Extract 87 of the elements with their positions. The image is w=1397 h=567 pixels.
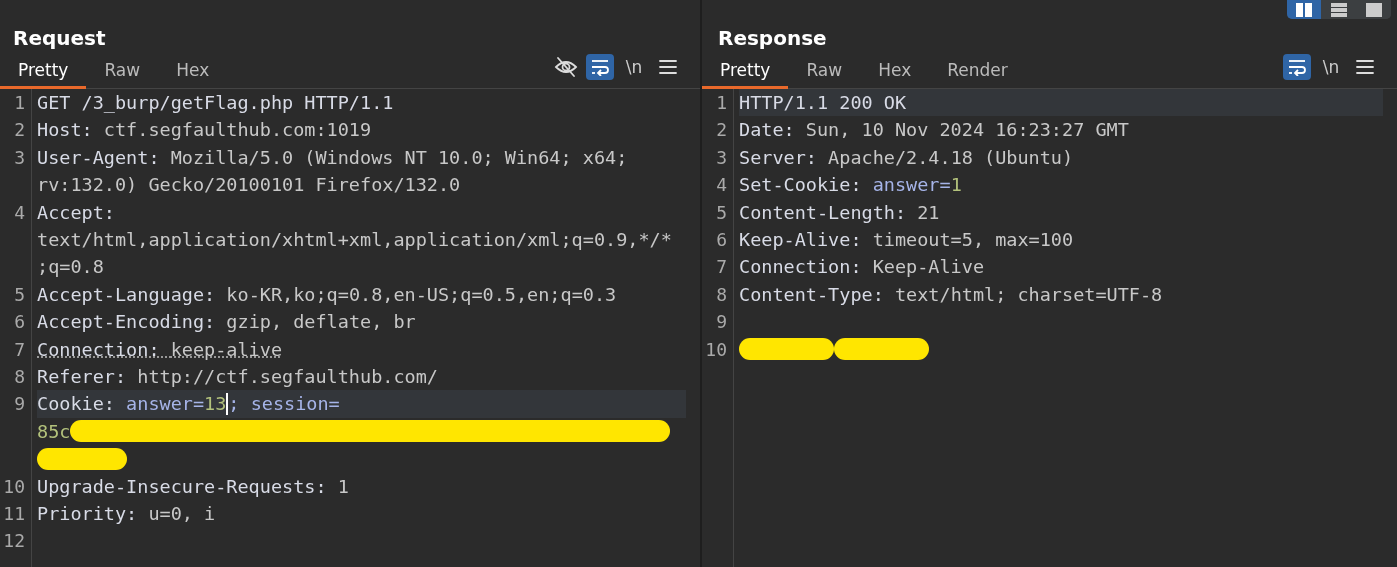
header-name: Host:	[37, 118, 94, 143]
header-value: http://ctf.segfaulthub.com/	[137, 365, 438, 389]
line-number: 1	[715, 91, 728, 115]
wrap-toggle[interactable]	[586, 54, 614, 80]
wrap-icon	[1287, 58, 1307, 76]
view-tab[interactable]: Render	[929, 60, 1026, 89]
line-number: 2	[13, 118, 26, 143]
line-number: 5	[13, 282, 26, 307]
header-name: Server:	[739, 145, 818, 170]
line-number: 12	[2, 529, 26, 554]
header-value: Keep-Alive	[872, 255, 985, 280]
line-number: 9	[13, 392, 26, 417]
parameter-value: 13	[204, 392, 227, 417]
header-name: GET /3_burp/getFlag.php HTTP/1.1	[37, 91, 394, 115]
header-value: Mozilla/5.0 (Windows NT 10.0; Win64; x64;	[170, 145, 628, 170]
line-number: 11	[2, 501, 26, 526]
header-name: Upgrade-Insecure-Requests:	[37, 474, 328, 499]
view-tab[interactable]: Pretty	[0, 60, 87, 89]
panel-title: Request	[12, 25, 106, 52]
header-value: keep-alive	[170, 337, 283, 362]
line-number: 2	[715, 118, 728, 143]
view-tab[interactable]: Raw	[788, 60, 861, 89]
columns-icon	[1296, 2, 1312, 17]
header-value: timeout=5, max=100	[872, 228, 1074, 253]
header-name: Content-Length:	[739, 200, 908, 225]
line-number: 5	[715, 200, 728, 225]
parameter-value: 85c	[37, 419, 71, 444]
line-number: 7	[715, 255, 728, 280]
eye-slash-icon	[554, 56, 578, 78]
panel-title: Response	[717, 25, 827, 52]
line-number: 8	[715, 282, 728, 307]
header-name: User-Agent:	[37, 145, 161, 170]
header-name: HTTP/1.1 200 OK	[739, 91, 907, 115]
header-value: ctf.segfaulthub.com:1019	[103, 118, 372, 143]
menu-icon	[1356, 59, 1374, 75]
header-name: Accept:	[37, 200, 116, 225]
line-number: 8	[13, 365, 26, 389]
newline-toggle[interactable]: \n	[620, 54, 648, 80]
wrap-toggle[interactable]	[1283, 54, 1311, 80]
header-name: Cookie:	[37, 392, 116, 417]
header-value: Apache/2.4.18 (Ubuntu)	[828, 145, 1074, 170]
line-number: 3	[715, 145, 728, 170]
header-value: 21	[917, 200, 940, 225]
header-name: Date:	[739, 118, 796, 143]
text-cursor	[226, 393, 229, 416]
parameter-name: answer=	[872, 173, 951, 198]
rows-icon	[1331, 2, 1347, 17]
header-value: gzip, deflate, br	[226, 310, 416, 335]
header-name: Accept-Encoding:	[37, 310, 217, 335]
header-name: Connection:	[37, 337, 161, 362]
header-name: Connection:	[739, 255, 863, 280]
header-value: ko-KR,ko;q=0.8,en-US;q=0.5,en;q=0.3	[226, 282, 617, 307]
square-icon	[1366, 2, 1382, 17]
line-number: 7	[13, 337, 26, 362]
newline-toggle[interactable]: \n	[1317, 54, 1345, 80]
wrap-icon	[590, 58, 610, 76]
header-name: Keep-Alive:	[739, 228, 863, 253]
line-number: 4	[13, 200, 26, 225]
line-number: 6	[715, 228, 728, 253]
parameter-name: answer=	[126, 392, 205, 417]
header-name: Set-Cookie:	[739, 173, 863, 198]
header-value: rv:132.0) Gecko/20100101 Firefox/132.0	[37, 173, 461, 198]
line-number: 10	[704, 337, 728, 362]
line-number: 6	[13, 310, 26, 335]
line-number: 10	[2, 474, 26, 499]
header-value: 1	[337, 474, 349, 499]
view-tab[interactable]: Hex	[860, 60, 930, 89]
header-name: Content-Type:	[739, 282, 885, 307]
line-number: 9	[715, 310, 728, 335]
line-number: 1	[13, 91, 26, 115]
view-tab[interactable]: Raw	[86, 60, 159, 89]
header-value: text/html,application/xhtml+xml,application/xml;q=0.9,*/*	[37, 228, 672, 252]
header-value: Sun, 10 Nov 2024 16:23:27 GMT	[805, 118, 1129, 143]
hide-toggle[interactable]	[552, 54, 580, 80]
header-value: text/html; charset=UTF-8	[894, 282, 1163, 307]
header-value: ;q=0.8	[37, 255, 104, 280]
layout-button[interactable]	[1287, 0, 1321, 19]
header-value: u=0, i	[148, 501, 216, 526]
view-tab[interactable]: Hex	[158, 60, 228, 89]
header-name: Referer:	[37, 365, 128, 389]
header-name: Priority:	[37, 501, 139, 526]
parameter-value: 1	[950, 173, 962, 198]
menu-icon	[659, 59, 677, 75]
line-number: 4	[715, 173, 728, 198]
header-name: Accept-Language:	[37, 282, 217, 307]
parameter-name: ; session=	[228, 392, 340, 417]
line-number: 3	[13, 145, 26, 170]
